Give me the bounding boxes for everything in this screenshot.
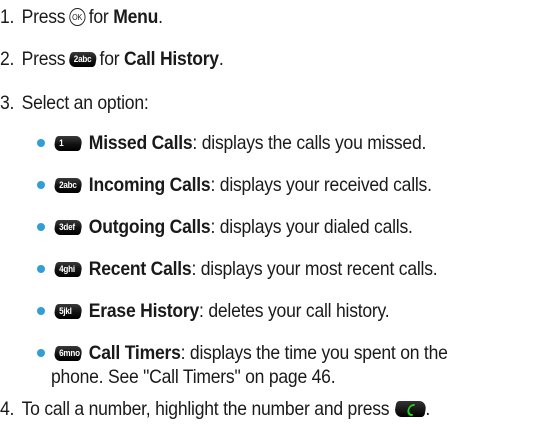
step-text: Select an option:	[21, 91, 149, 114]
key-2-icon: 2abc	[67, 51, 98, 67]
key-3-icon: 3def	[53, 219, 84, 235]
option-desc: : deletes your call history.	[199, 299, 390, 322]
send-key-icon	[393, 401, 427, 417]
option-desc: : displays your received calls.	[210, 173, 432, 196]
step-number: 4.	[0, 397, 15, 420]
option-recent-calls: 4ghi Recent Calls: displays your most re…	[51, 254, 438, 284]
bullet	[37, 265, 45, 273]
bullet	[37, 181, 45, 189]
step-1: 1. Press OK for Menu.	[0, 2, 163, 32]
step-text: To call a number, highlight the number a…	[21, 397, 390, 420]
option-desc: phone. See "Call Timers" on page 46.	[51, 365, 336, 388]
option-desc: : displays the calls you missed.	[192, 131, 427, 154]
punct: .	[218, 47, 224, 70]
option-label: Recent Calls	[88, 257, 192, 280]
key-2-icon: 2abc	[53, 177, 84, 193]
key-5-icon: 5jkl	[53, 303, 84, 319]
option-label: Outgoing Calls	[88, 215, 211, 238]
menu-label: Menu	[113, 5, 159, 28]
option-missed-calls: 1 Missed Calls: displays the calls you m…	[51, 128, 426, 158]
step-number: 2.	[0, 47, 15, 70]
key-6-icon: 6mno	[53, 345, 84, 361]
bullet	[37, 349, 45, 357]
punct: .	[425, 397, 430, 420]
bullet	[37, 139, 45, 147]
step-text: for	[88, 5, 109, 28]
punct: .	[158, 5, 163, 28]
step-3: 3. Select an option:	[0, 88, 149, 118]
option-label: Erase History	[88, 299, 200, 322]
option-outgoing-calls: 3def Outgoing Calls: displays your diale…	[51, 212, 413, 242]
bullet	[37, 307, 45, 315]
instructions-document: 1. Press OK for Menu. 2. Press 2abc for …	[0, 0, 554, 424]
option-label: Incoming Calls	[88, 173, 211, 196]
call-history-label: Call History	[124, 47, 219, 70]
step-text: for	[99, 47, 120, 70]
step-text: Press	[21, 5, 66, 28]
step-number: 3.	[0, 91, 15, 114]
option-desc: : displays your dialed calls.	[210, 215, 413, 238]
key-4-icon: 4ghi	[53, 261, 84, 277]
step-4: 4. To call a number, highlight the numbe…	[0, 394, 430, 424]
option-call-timers-cont: phone. See "Call Timers" on page 46.	[51, 362, 336, 392]
step-text: Press	[21, 47, 66, 70]
ok-key-icon: OK	[68, 8, 86, 26]
option-desc: : displays your most recent calls.	[191, 257, 438, 280]
step-number: 1.	[0, 5, 15, 28]
step-2: 2. Press 2abc for Call History.	[0, 44, 224, 74]
option-label: Missed Calls	[88, 131, 193, 154]
option-incoming-calls: 2abc Incoming Calls: displays your recei…	[51, 170, 432, 200]
key-1-icon: 1	[53, 135, 84, 151]
bullet	[37, 223, 45, 231]
option-erase-history: 5jkl Erase History: deletes your call hi…	[51, 296, 390, 326]
